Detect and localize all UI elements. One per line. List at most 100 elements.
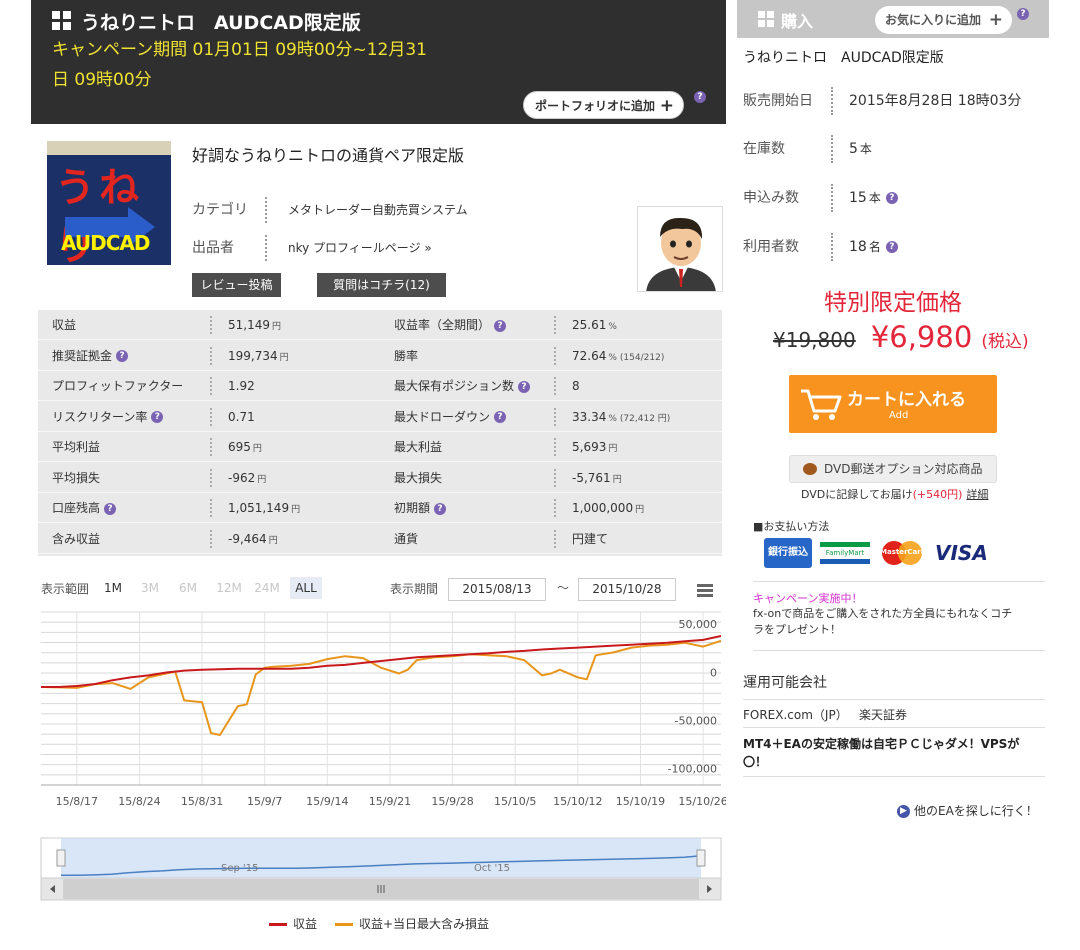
- divider: [554, 407, 556, 426]
- purchase-info-number: 2015年8月28日 18時03分: [849, 93, 1022, 109]
- stat-label-text: 初期額: [394, 501, 431, 515]
- plus-icon: +: [659, 96, 674, 116]
- stat-value: 0.71: [228, 402, 257, 434]
- bank-transfer-label: 銀行振込: [764, 538, 812, 568]
- stat-row: 収益 51,149 円 収益率（全期間）? 25.61%: [38, 310, 722, 340]
- legend-label: 収益+当日最大含み損益: [359, 917, 490, 931]
- x-tick-label: 15/9/21: [369, 795, 411, 808]
- divider: [753, 650, 1045, 651]
- dvd-note: DVDに記録してお届け(+540円) 詳細: [801, 486, 988, 502]
- broker-rakuten[interactable]: 楽天証券: [859, 706, 907, 723]
- legend-swatch: [269, 923, 287, 926]
- seller-row: 出品者 nky プロフィールページ »: [192, 235, 432, 261]
- stat-value: 695 円: [228, 432, 262, 464]
- purchase-header: 購入 お気に入りに追加 + ?: [737, 0, 1049, 38]
- campaign-text[interactable]: fx-onで商品をご購入をされた方全員にもれなくコチラをプレゼント！: [753, 606, 1013, 638]
- seller-avatar[interactable]: [637, 206, 723, 292]
- navigator-selection[interactable]: [61, 838, 701, 878]
- help-icon[interactable]: ?: [1017, 8, 1029, 20]
- help-icon[interactable]: ?: [116, 350, 129, 362]
- product-subtitle: 好調なうねりニトロの通貨ペア限定版: [192, 146, 465, 165]
- special-price-label: 特別限定価格: [824, 290, 962, 316]
- category-label: カテゴリ: [192, 202, 248, 218]
- grid-icon: [758, 11, 774, 27]
- legend-item-profit-with-floating[interactable]: 収益+当日最大含み損益: [335, 915, 489, 932]
- add-to-favorites-button[interactable]: お気に入りに追加 +: [875, 6, 1012, 34]
- navigator-month-label: Sep '15: [221, 863, 259, 874]
- help-icon[interactable]: ?: [518, 380, 531, 393]
- divider: [210, 438, 212, 456]
- purchase-info-value: 15 本?: [849, 184, 898, 212]
- x-tick-label: 15/10/26: [678, 795, 726, 808]
- stat-label: 初期額?: [394, 493, 447, 523]
- navigator-handle[interactable]: [56, 849, 66, 867]
- stat-label-text: 含み収益: [52, 531, 101, 546]
- question-button[interactable]: 質問はコチラ(12): [317, 273, 446, 297]
- review-button[interactable]: レビュー投稿: [192, 273, 281, 297]
- stat-label: 最大ドローダウン?: [394, 402, 507, 432]
- stat-label: 収益: [52, 310, 76, 340]
- stat-extra: (72,412 円): [619, 413, 671, 424]
- dvd-option-button[interactable]: DVD郵送オプション対応商品: [789, 455, 997, 483]
- legend-item-profit[interactable]: 収益: [269, 915, 317, 932]
- stat-value-number: -9,464: [228, 531, 267, 546]
- dvd-details-link[interactable]: 詳細: [966, 488, 988, 501]
- divider: [265, 197, 267, 223]
- broker-forex-com[interactable]: FOREX.com（JP）: [743, 706, 848, 723]
- add-to-cart-button[interactable]: カートに入れる Add: [789, 375, 997, 433]
- mastercard-icon: MasterCard: [880, 536, 926, 570]
- navigator-handle[interactable]: [696, 849, 706, 867]
- help-icon[interactable]: ?: [434, 502, 447, 515]
- category-row: カテゴリ メタトレーダー自動売買システム: [192, 197, 468, 223]
- stat-unit: 円: [272, 322, 282, 332]
- profit-chart: 50,000 0 -50,000 -100,000 15/8/17 15/8/24 15/8…: [40, 611, 726, 901]
- help-icon[interactable]: ?: [494, 411, 507, 423]
- stat-label: 口座残高?: [52, 493, 117, 523]
- find-other-ea-link[interactable]: ▶ 他のEAを探しに行く！: [897, 802, 1038, 819]
- divider: [554, 377, 556, 395]
- purchase-product-name: うねりニトロ AUDCAD限定版: [743, 50, 944, 66]
- stat-value: 25.61%: [572, 310, 617, 342]
- stat-row: 含み収益 -9,464 円 通貨 円建て: [38, 524, 722, 554]
- product-column: うねりニトロ AUDCAD限定版 キャンペーン期間 01月01日 09時00分~…: [31, 0, 726, 950]
- divider: [831, 233, 833, 261]
- divider: [554, 529, 556, 548]
- campaign-title[interactable]: キャンペーン実施中！: [753, 590, 862, 606]
- stat-value-number: 1,051,149: [228, 501, 290, 515]
- x-tick-label: 15/8/17: [56, 795, 98, 808]
- stat-value: 51,149 円: [228, 310, 281, 342]
- stat-row: 平均損失 -962 円最大損失 -5,761 円: [38, 463, 722, 493]
- stat-row: 口座残高? 1,051,149 円初期額? 1,000,000 円: [38, 493, 722, 523]
- stat-unit: %: [608, 322, 617, 332]
- stat-unit: 円: [612, 474, 622, 485]
- help-icon[interactable]: ?: [885, 241, 898, 253]
- help-icon[interactable]: ?: [494, 319, 507, 332]
- favorites-button-label: お気に入りに追加: [885, 13, 982, 27]
- purchase-info-value: 2015年8月28日 18時03分: [849, 87, 1023, 115]
- divider: [753, 581, 1045, 582]
- stat-value-number: 8: [572, 379, 580, 393]
- stat-value: -9,464 円: [228, 524, 278, 556]
- sale-price: ¥6,980: [870, 320, 973, 354]
- help-icon[interactable]: ?: [694, 91, 706, 103]
- y-tick-label: 0: [710, 666, 717, 679]
- stat-value: 33.34% (72,412 円): [572, 402, 670, 434]
- navigator-month-label: Oct '15: [474, 863, 510, 874]
- help-icon[interactable]: ?: [885, 192, 898, 204]
- category-value: メタトレーダー自動売買システム: [288, 203, 468, 217]
- stat-value-number: 51,149: [228, 318, 270, 332]
- stat-label-text: 収益: [52, 318, 77, 332]
- seller-profile-link[interactable]: nky プロフィールページ »: [288, 235, 432, 261]
- divider: [554, 346, 556, 365]
- stat-value-number: 円建て: [572, 531, 609, 546]
- divider: [831, 87, 833, 115]
- stat-value: 円建て: [572, 524, 610, 556]
- familymart-label: FamilyMart: [820, 542, 870, 564]
- stat-label-text: 収益率（全期間）: [394, 318, 491, 332]
- help-icon[interactable]: ?: [104, 502, 117, 515]
- y-tick-label: -50,000: [675, 714, 717, 727]
- add-to-portfolio-button[interactable]: ポートフォリオに追加 +: [523, 91, 684, 119]
- legend-swatch: [335, 923, 353, 926]
- help-icon[interactable]: ?: [151, 411, 164, 423]
- vps-promo-link[interactable]: MT4＋EAの安定稼働は自宅ＰＣじゃダメ！VPSが〇！: [743, 735, 1023, 771]
